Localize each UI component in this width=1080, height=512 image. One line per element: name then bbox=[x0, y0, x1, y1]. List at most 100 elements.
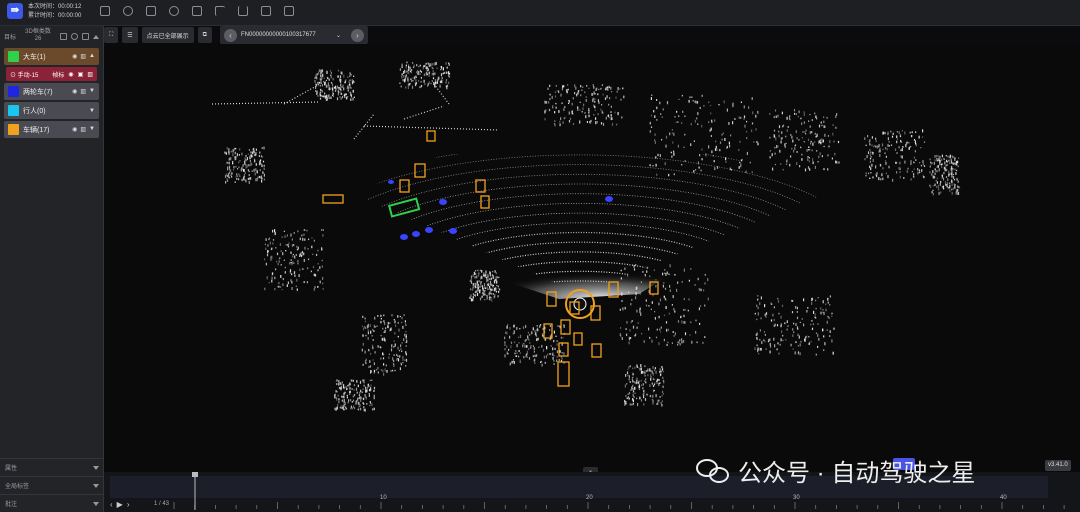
lidar-point bbox=[248, 149, 250, 151]
rotate-icon[interactable] bbox=[169, 6, 179, 16]
lock-icon[interactable]: ▣ bbox=[78, 71, 84, 78]
lidar-point bbox=[938, 155, 940, 158]
list-view-button[interactable]: ☰ bbox=[122, 27, 138, 43]
lidar-point bbox=[532, 355, 534, 358]
lidar-point bbox=[385, 364, 387, 367]
lidar-point bbox=[317, 269, 319, 272]
lidar-point bbox=[299, 237, 301, 241]
lidar-point bbox=[483, 283, 486, 287]
eye-icon[interactable]: ◉ bbox=[72, 126, 77, 133]
lidar-point bbox=[555, 85, 557, 87]
lock-icon[interactable] bbox=[82, 32, 89, 40]
lidar-point bbox=[922, 175, 924, 177]
prev-frame-button[interactable]: ‹ bbox=[224, 28, 237, 42]
prev-button[interactable]: ‹ bbox=[110, 500, 113, 509]
expand-icon[interactable]: ▼ bbox=[89, 108, 95, 114]
lidar-point bbox=[551, 95, 553, 99]
lidar-point bbox=[628, 341, 630, 345]
lidar-point bbox=[620, 98, 622, 101]
lidar-point bbox=[399, 315, 401, 318]
lidar-point bbox=[254, 158, 256, 162]
eye-icon[interactable] bbox=[71, 32, 78, 40]
lidar-point bbox=[915, 131, 917, 133]
chart-icon[interactable] bbox=[238, 6, 248, 16]
delete-icon[interactable] bbox=[60, 32, 67, 40]
lidar-point bbox=[872, 146, 875, 148]
lidar-point bbox=[661, 366, 663, 368]
lidar-point bbox=[348, 399, 350, 402]
lidar-point bbox=[807, 138, 810, 142]
expand-icon[interactable]: ▲ bbox=[89, 53, 95, 60]
lidar-point bbox=[359, 391, 361, 395]
category-two-wheeler[interactable]: 两轮车(7) ◉ ▥ ▼ bbox=[4, 83, 99, 100]
lidar-point bbox=[580, 94, 582, 97]
lidar-point bbox=[738, 166, 740, 169]
settings-icon[interactable] bbox=[123, 6, 133, 16]
flag-icon[interactable] bbox=[215, 6, 225, 16]
lidar-point bbox=[392, 357, 394, 361]
lidar-point bbox=[652, 165, 654, 167]
lidar-point bbox=[885, 162, 887, 165]
collapse-icon[interactable] bbox=[93, 34, 99, 39]
expand-icon[interactable]: ▼ bbox=[89, 126, 95, 133]
lidar-point bbox=[554, 91, 556, 94]
lidar-point bbox=[322, 95, 324, 98]
lidar-point bbox=[905, 144, 907, 148]
lidar-point bbox=[753, 141, 755, 143]
layers-icon[interactable] bbox=[261, 6, 271, 16]
object-item-manual-15[interactable]: ⊙ 手动-15 帧标 ◉ ▣ ▥ bbox=[6, 67, 97, 81]
cube-icon[interactable] bbox=[100, 6, 110, 16]
fit-view-button[interactable]: ⛶ bbox=[104, 27, 119, 43]
section-global-tags[interactable]: 全局标签 bbox=[0, 476, 104, 494]
cyclist-markers[interactable] bbox=[388, 180, 613, 240]
lidar-point bbox=[282, 283, 284, 286]
delete-icon[interactable]: ▥ bbox=[80, 53, 86, 60]
delete-icon[interactable]: ▥ bbox=[80, 126, 86, 133]
grid-icon[interactable] bbox=[284, 6, 294, 16]
pointcloud-scene[interactable] bbox=[104, 44, 1080, 472]
truck-box[interactable] bbox=[387, 197, 421, 218]
lidar-point bbox=[823, 168, 825, 171]
lidar-point bbox=[652, 385, 655, 387]
next-button[interactable]: › bbox=[127, 500, 130, 509]
category-truck[interactable]: 大车(1) ◉ ▥ ▲ bbox=[4, 48, 99, 65]
lidar-point bbox=[869, 153, 871, 157]
lidar-point bbox=[936, 181, 938, 184]
playhead-handle[interactable] bbox=[192, 472, 198, 477]
app-logo[interactable]: ⇛ bbox=[7, 3, 23, 19]
lidar-point bbox=[637, 403, 639, 407]
frame-dropdown-icon[interactable]: ⌄ bbox=[336, 32, 341, 39]
next-frame-button[interactable]: › bbox=[351, 28, 364, 42]
eye-icon[interactable]: ◉ bbox=[72, 53, 77, 60]
image-icon[interactable] bbox=[146, 6, 156, 16]
play-button[interactable]: ▶ bbox=[117, 500, 123, 509]
lidar-point bbox=[336, 379, 338, 382]
lidar-point bbox=[340, 89, 342, 92]
lidar-ring bbox=[354, 154, 824, 294]
expand-icon[interactable]: ▼ bbox=[89, 88, 95, 95]
eye-icon[interactable]: ◉ bbox=[72, 88, 77, 95]
lidar-point bbox=[534, 329, 536, 333]
lidar-point bbox=[621, 337, 623, 341]
eye-icon[interactable]: ◉ bbox=[68, 71, 73, 78]
frame-id[interactable]: FN00000000000100317677 bbox=[241, 32, 336, 38]
tag-icon[interactable] bbox=[192, 6, 202, 16]
pointcloud-display-button[interactable]: 点云已全部展示 bbox=[141, 27, 194, 43]
section-attributes[interactable]: 属性 bbox=[0, 458, 104, 476]
lidar-point bbox=[743, 115, 746, 119]
pointcloud-viewport[interactable] bbox=[104, 44, 1080, 472]
lidar-point bbox=[337, 92, 339, 96]
delete-icon[interactable]: ▥ bbox=[80, 88, 86, 95]
lidar-point bbox=[778, 134, 780, 138]
lidar-point bbox=[636, 326, 638, 329]
category-pedestrian[interactable]: 行人(0) ▼ bbox=[4, 102, 99, 119]
category-vehicle[interactable]: 车辆(17) ◉ ▥ ▼ bbox=[4, 121, 99, 138]
delete-icon[interactable]: ▥ bbox=[87, 71, 93, 78]
lidar-point bbox=[402, 79, 404, 82]
section-comments[interactable]: 批注 bbox=[0, 494, 104, 512]
copy-button[interactable]: ⧉ bbox=[197, 27, 212, 43]
lidar-point bbox=[773, 323, 775, 327]
lidar-point bbox=[652, 377, 654, 381]
lidar-point bbox=[289, 262, 291, 265]
lidar-point bbox=[347, 89, 349, 92]
